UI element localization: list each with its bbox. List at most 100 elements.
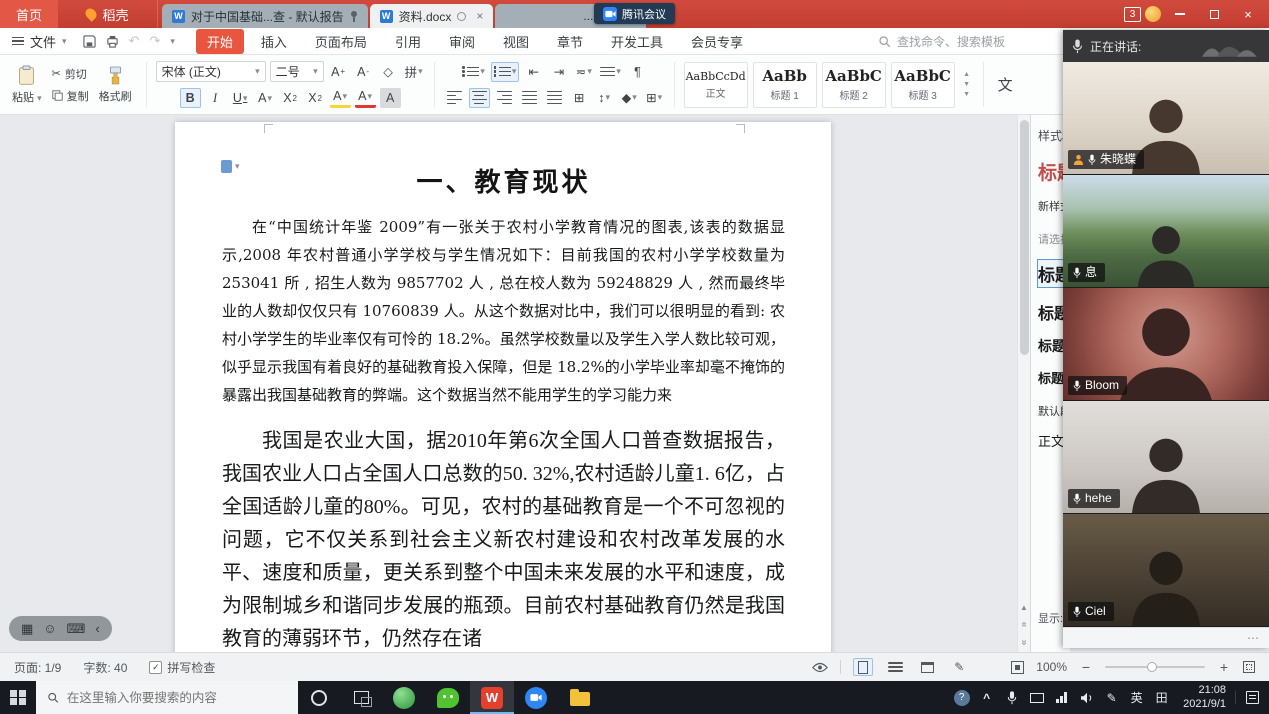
more-options-icon[interactable]: ⋯ (1247, 631, 1260, 645)
mic-icon[interactable] (999, 681, 1024, 714)
bold-button[interactable]: B (180, 88, 201, 108)
display-icon[interactable] (1024, 681, 1049, 714)
superscript-button[interactable]: X2 (280, 88, 301, 108)
copy-button[interactable]: 复制 (52, 88, 89, 104)
style-heading1[interactable]: AaBb 标题 1 (753, 62, 817, 108)
shading-button[interactable]: ◆▾ (619, 88, 640, 108)
eye-protection-icon[interactable] (812, 662, 828, 673)
pin-icon[interactable] (350, 11, 358, 22)
file-menu[interactable]: 文件 ▾ (0, 32, 77, 51)
increase-indent-icon[interactable]: ⇥ (548, 62, 569, 82)
asian-layout-icon[interactable]: ≂▾ (573, 62, 594, 82)
collapse-left-icon[interactable]: ‹ (95, 621, 99, 636)
tab-active-document[interactable]: W 资料.docx × (370, 4, 494, 28)
zoom-out-icon[interactable]: − (1079, 659, 1093, 675)
zoom-slider-thumb[interactable] (1147, 662, 1157, 672)
previous-page-icon[interactable]: « (1019, 622, 1030, 628)
taskbar-app-explorer[interactable] (558, 681, 602, 714)
fullscreen-icon[interactable] (1243, 661, 1255, 673)
tab-report[interactable]: W 对于中国基础...查 - 默认报告 (162, 4, 368, 28)
video-feed[interactable]: 朱晓蝶 (1063, 62, 1269, 175)
volume-icon[interactable] (1074, 681, 1099, 714)
subscript-button[interactable]: X2 (305, 88, 326, 108)
action-center-button[interactable] (1235, 691, 1269, 704)
borders-button[interactable]: ⊞▾ (644, 88, 665, 108)
word-count[interactable]: 字数: 40 (83, 659, 127, 676)
redo-icon[interactable]: ↷ (149, 33, 160, 49)
grid-icon[interactable]: ▦ (21, 621, 33, 637)
distribute-button[interactable] (544, 88, 565, 108)
pen-icon[interactable]: ✎ (1099, 681, 1124, 714)
highlight-color-button[interactable]: A▾ (330, 88, 351, 108)
bullet-list-button[interactable]: ▾ (460, 62, 487, 82)
taskbar-search-input[interactable] (67, 691, 287, 705)
tab-home[interactable]: 首页 (0, 0, 58, 28)
scrollbar-thumb[interactable] (1020, 120, 1029, 355)
language-indicator[interactable]: 英 (1124, 681, 1149, 714)
menu-tab-section[interactable]: 章节 (546, 29, 594, 54)
cortana-button[interactable] (298, 681, 340, 714)
save-icon[interactable] (83, 35, 96, 48)
align-center-button[interactable] (469, 88, 490, 108)
scroll-up-icon[interactable]: ▲ (1020, 603, 1028, 612)
undo-icon[interactable]: ↶ (129, 33, 140, 49)
next-page-icon[interactable]: « (1019, 640, 1030, 646)
menu-tab-references[interactable]: 引用 (384, 29, 432, 54)
network-signal-icon[interactable] (1049, 681, 1074, 714)
ime-mode-icon[interactable]: 田 (1149, 681, 1174, 714)
char-border-button[interactable]: A▾ (255, 88, 276, 108)
minimize-button[interactable] (1165, 0, 1195, 28)
line-spacing-button[interactable]: ↕▾ (594, 88, 615, 108)
tab-docer[interactable]: 稻壳 (58, 0, 158, 28)
decrease-font-icon[interactable]: A- (353, 62, 374, 82)
align-distribute-icon[interactable]: ▾ (598, 62, 623, 82)
align-right-button[interactable] (494, 88, 515, 108)
format-painter-button[interactable]: 格式刷 (94, 64, 137, 106)
message-count-badge[interactable]: 3 (1124, 7, 1141, 22)
taskbar-clock[interactable]: 21:08 2021/9/1 (1174, 684, 1235, 711)
font-size-select[interactable]: 二号▾ (270, 61, 324, 82)
increase-font-icon[interactable]: A+ (328, 62, 349, 82)
edit-tools-icon[interactable]: ✎ (949, 658, 969, 676)
menu-tab-view[interactable]: 视图 (492, 29, 540, 54)
show-marks-icon[interactable]: ¶ (627, 62, 648, 82)
page-view-icon[interactable] (853, 658, 873, 676)
taskbar-app-browser[interactable] (382, 681, 426, 714)
pinyin-guide-icon[interactable]: 拼▾ (403, 62, 425, 82)
close-tab-icon[interactable]: × (476, 9, 483, 23)
taskbar-search[interactable] (36, 681, 298, 714)
menu-tab-member[interactable]: 会员专享 (680, 29, 754, 54)
styles-scroll[interactable]: ▲▼▼ (960, 71, 974, 98)
video-feed[interactable]: 息 (1063, 175, 1269, 288)
taskbar-app-wechat[interactable] (426, 681, 470, 714)
italic-button[interactable]: I (205, 88, 226, 108)
char-shading-button[interactable]: A (380, 88, 401, 108)
zoom-slider[interactable] (1105, 666, 1205, 668)
close-button[interactable]: × (1233, 0, 1263, 28)
justify-button[interactable] (519, 88, 540, 108)
video-feed[interactable]: hehe (1063, 401, 1269, 514)
style-heading3[interactable]: AaBbC 标题 3 (891, 62, 955, 108)
clear-format-icon[interactable]: ◇ (378, 62, 399, 82)
help-icon[interactable]: ? (949, 681, 974, 714)
menu-tab-review[interactable]: 审阅 (438, 29, 486, 54)
outline-view-icon[interactable] (885, 658, 905, 676)
menu-tab-home[interactable]: 开始 (196, 29, 244, 54)
menu-tab-insert[interactable]: 插入 (250, 29, 298, 54)
tray-expand-icon[interactable]: ^ (974, 681, 999, 714)
font-family-select[interactable]: 宋体 (正文)▾ (156, 61, 266, 82)
page-indicator[interactable]: 页面: 1/9 (14, 659, 61, 676)
style-heading2[interactable]: AaBbC 标题 2 (822, 62, 886, 108)
spellcheck-toggle[interactable]: ✓ 拼写检查 (149, 659, 215, 676)
zoom-in-icon[interactable]: + (1217, 659, 1231, 675)
taskbar-app-meeting[interactable] (514, 681, 558, 714)
print-icon[interactable] (106, 35, 119, 48)
maximize-button[interactable] (1199, 0, 1229, 28)
account-avatar[interactable] (1145, 6, 1161, 22)
menu-tab-dev-tools[interactable]: 开发工具 (600, 29, 674, 54)
start-button[interactable] (0, 681, 36, 714)
command-search[interactable]: 查找命令、搜索模板 (878, 33, 1005, 50)
tencent-meeting-floating-title[interactable]: 腾讯会议 (594, 3, 675, 24)
number-list-button[interactable]: ▾ (491, 62, 520, 82)
underline-button[interactable]: U▾ (230, 88, 251, 108)
